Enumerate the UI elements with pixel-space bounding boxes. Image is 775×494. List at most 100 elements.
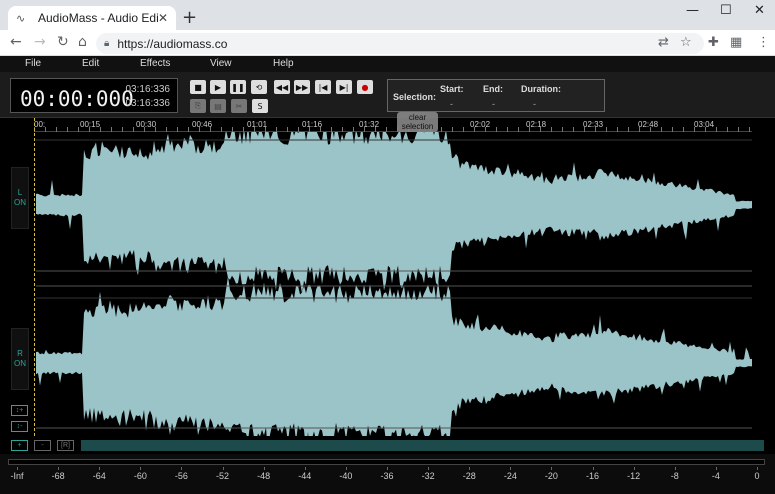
meter-tick <box>592 467 594 470</box>
timeline-label: 00:30 <box>136 120 157 129</box>
timeline-tick <box>639 127 640 132</box>
home-icon[interactable]: ⌂ <box>78 34 87 50</box>
timeline-tick <box>78 127 79 132</box>
clear-selection-button[interactable]: clear selection <box>397 112 438 132</box>
waveform-area[interactable] <box>0 118 775 436</box>
address-bar[interactable]: 🔒︎ https://audiomass.co <box>96 33 704 54</box>
menu-help[interactable]: Help <box>273 58 294 69</box>
browser-toolbar: ← → ↻ ⌂ 🔒︎ https://audiomass.co ⇄ ☆ ✚ ▦ … <box>0 30 775 56</box>
menu-effects[interactable]: Effects <box>140 58 170 69</box>
horizontal-scrollbar[interactable] <box>81 440 764 451</box>
reload-icon[interactable]: ↻ <box>57 34 69 50</box>
playhead-cursor[interactable] <box>34 118 35 436</box>
meter-tick <box>222 467 224 470</box>
tab-close-icon[interactable]: ✕ <box>158 11 168 25</box>
waveform-canvas[interactable] <box>0 118 775 436</box>
timeline-tick <box>474 127 475 132</box>
timeline-tick <box>661 127 662 132</box>
skip-end-button[interactable]: ▶| <box>336 80 352 94</box>
timeline-tick <box>628 127 629 132</box>
new-tab-icon[interactable]: + <box>182 7 197 28</box>
audiomass-favicon-icon: ∿ <box>16 11 26 25</box>
meter-label: -68 <box>51 471 65 481</box>
cut-button[interactable]: ✂ <box>231 99 247 113</box>
browser-tab[interactable]: ∿ AudioMass - Audio Editor ✕ <box>8 6 176 30</box>
menu-view[interactable]: View <box>210 58 232 69</box>
total-time-top: 03:16:336 <box>125 84 171 95</box>
meter-label: -36 <box>380 471 394 481</box>
vertical-zoom-out-button[interactable]: ↕- <box>11 421 28 432</box>
timeline-label: 00:15 <box>80 120 101 129</box>
timeline-tick <box>56 127 57 132</box>
zoom-in-button[interactable]: + <box>11 440 28 451</box>
selection-info: Selection: Start: - End: - Duration: - <box>387 79 605 112</box>
timeline-ruler[interactable]: 00: 00:15 00:30 00:46 01:01 01:16 01:32 02:02 02… <box>34 118 752 132</box>
fast-forward-button[interactable]: ▶▶ <box>294 80 310 94</box>
timeline-tick <box>254 127 255 132</box>
meter-label: -20 <box>544 471 558 481</box>
current-time: 00:00:000 <box>20 87 134 111</box>
menu-edit[interactable]: Edit <box>82 58 99 69</box>
timeline-tick <box>529 127 530 132</box>
timeline-tick <box>166 127 167 132</box>
paste-button[interactable]: ▤ <box>210 99 226 113</box>
timeline-tick <box>683 127 684 132</box>
play-button[interactable]: ▶ <box>210 80 226 94</box>
timeline-tick <box>122 127 123 132</box>
timeline-tick <box>89 127 90 132</box>
browser-menu-icon[interactable]: ⋮ <box>757 35 770 50</box>
meter-tick <box>345 467 347 470</box>
app-menubar: File Edit Effects View Help <box>0 56 775 72</box>
control-panel: 00:00:000 03:16:336 03:16:336 ■ ▶ ❚❚ ⟲ ◀… <box>0 72 775 118</box>
right-channel-toggle[interactable]: R ON <box>11 328 29 390</box>
meter-tick <box>469 467 471 470</box>
waveform-shape <box>36 276 752 436</box>
meter-tick <box>140 467 142 470</box>
meter-tick <box>181 467 183 470</box>
maximize-icon[interactable]: ☐ <box>720 3 732 18</box>
end-value: - <box>492 99 495 109</box>
timeline-tick <box>210 127 211 132</box>
timeline-tick <box>221 127 222 132</box>
translate-icon[interactable]: ⇄ <box>658 35 669 50</box>
loop-button[interactable]: ⟲ <box>251 80 267 94</box>
meter-label: -Inf <box>10 471 24 481</box>
minimize-icon[interactable]: — <box>686 3 699 18</box>
back-icon[interactable]: ← <box>10 34 22 50</box>
stop-button[interactable]: ■ <box>190 80 206 94</box>
profile-icon[interactable]: ▦ <box>730 35 742 50</box>
start-value: - <box>450 99 453 109</box>
forward-icon[interactable]: → <box>34 34 46 50</box>
timeline-tick <box>463 127 464 132</box>
timeline-tick <box>232 127 233 132</box>
window-close-icon[interactable]: ✕ <box>754 3 765 18</box>
meter-label: -24 <box>503 471 517 481</box>
timeline-tick <box>595 127 596 132</box>
meter-label: -56 <box>174 471 188 481</box>
timeline-tick <box>177 127 178 132</box>
rewind-button[interactable]: ◀◀ <box>274 80 290 94</box>
record-button[interactable]: ● <box>357 80 373 94</box>
timeline-tick <box>584 127 585 132</box>
timeline-tick <box>562 127 563 132</box>
timeline-tick <box>188 127 189 132</box>
left-channel-toggle[interactable]: L ON <box>11 167 29 229</box>
bookmark-star-icon[interactable]: ☆ <box>680 35 692 50</box>
meter-label: -48 <box>257 471 271 481</box>
silence-button[interactable]: S <box>252 99 268 113</box>
extensions-icon[interactable]: ✚ <box>708 35 719 50</box>
skip-start-button[interactable]: |◀ <box>315 80 331 94</box>
time-display: 00:00:000 03:16:336 03:16:336 <box>10 78 178 113</box>
vertical-zoom-in-button[interactable]: ↕+ <box>11 405 28 416</box>
url-text: https://audiomass.co <box>117 36 228 51</box>
pause-button[interactable]: ❚❚ <box>230 80 246 94</box>
menu-file[interactable]: File <box>25 58 41 69</box>
timeline-tick <box>144 127 145 132</box>
zoom-reset-button[interactable]: [R] <box>57 440 74 451</box>
meter-label: -40 <box>339 471 353 481</box>
meter-tick <box>674 467 676 470</box>
zoom-out-button[interactable]: - <box>34 440 51 451</box>
meter-tick <box>715 467 717 470</box>
timeline-tick <box>672 127 673 132</box>
copy-button[interactable]: ⎘ <box>190 99 206 113</box>
